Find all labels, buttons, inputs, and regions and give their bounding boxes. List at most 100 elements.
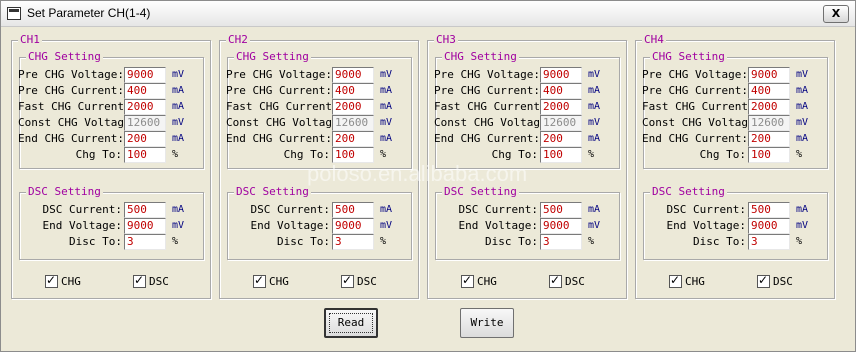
- unit-label: %: [172, 149, 179, 160]
- end-chg-current-label: End CHG Current:: [434, 132, 540, 145]
- unit-label: mV: [588, 220, 601, 231]
- dsc-current-input[interactable]: 500: [748, 202, 790, 218]
- unit-label: mA: [380, 85, 393, 96]
- disc-to-label: Disc To:: [277, 235, 330, 248]
- chg-checkbox-label: CHG: [685, 275, 705, 288]
- fast-chg-current-label: Fast CHG Current:: [642, 100, 755, 113]
- disc-to-label: Disc To:: [693, 235, 746, 248]
- unit-label: %: [796, 236, 803, 247]
- dsc-checkbox[interactable]: [133, 273, 146, 288]
- chg-setting-group: CHG Setting Pre CHG Voltage: 9000 mV Pre CHG…: [434, 50, 620, 169]
- chg-setting-group: CHG Setting Pre CHG Voltage: 9000 mV Pre CHG…: [642, 50, 828, 169]
- pre-chg-voltage-label: Pre CHG Voltage:: [226, 68, 332, 81]
- unit-label: mV: [588, 117, 601, 128]
- chg-setting-title: CHG Setting: [234, 50, 311, 64]
- channel-panel-4: CH4 CHG Setting Pre CHG Voltage: 9000 mV Pre …: [635, 33, 835, 299]
- fast-chg-current-input[interactable]: 2000: [332, 99, 374, 115]
- unit-label: mA: [588, 101, 601, 112]
- dsc-checkbox-label: DSC: [565, 275, 585, 288]
- end-voltage-label: End Voltage:: [42, 219, 122, 232]
- unit-label: mA: [796, 85, 809, 96]
- dsc-setting-group: DSC Setting DSC Current: 500 mA End Voltage:…: [19, 185, 204, 260]
- unit-label: %: [588, 236, 595, 247]
- chg-to-input[interactable]: 100: [124, 147, 166, 163]
- unit-label: mA: [796, 133, 809, 144]
- unit-label: mA: [796, 101, 809, 112]
- dsc-setting-group: DSC Setting DSC Current: 500 mA End Voltage:…: [643, 185, 828, 260]
- chg-checkbox[interactable]: [45, 273, 58, 288]
- chg-to-input[interactable]: 100: [540, 147, 582, 163]
- chg-checkbox[interactable]: [253, 273, 266, 288]
- end-voltage-input[interactable]: 9000: [332, 218, 374, 234]
- pre-chg-current-label: Pre CHG Current:: [18, 84, 124, 97]
- dsc-current-input[interactable]: 500: [124, 202, 166, 218]
- end-chg-current-input[interactable]: 200: [540, 131, 582, 147]
- chg-to-input[interactable]: 100: [332, 147, 374, 163]
- const-chg-voltage-label: Const CHG Voltage: [434, 116, 547, 129]
- chg-checkbox[interactable]: [461, 273, 474, 288]
- end-chg-current-input[interactable]: 200: [748, 131, 790, 147]
- channel-title: CH2: [226, 33, 250, 47]
- fast-chg-current-input[interactable]: 2000: [748, 99, 790, 115]
- unit-label: %: [380, 149, 387, 160]
- unit-label: mV: [796, 69, 809, 80]
- pre-chg-voltage-input[interactable]: 9000: [332, 67, 374, 83]
- title-bar[interactable]: Set Parameter CH(1-4) X: [1, 1, 855, 27]
- unit-label: mV: [796, 117, 809, 128]
- disc-to-input[interactable]: 3: [540, 234, 582, 250]
- end-chg-current-label: End CHG Current:: [226, 132, 332, 145]
- end-voltage-label: End Voltage:: [666, 219, 746, 232]
- pre-chg-voltage-input[interactable]: 9000: [540, 67, 582, 83]
- const-chg-voltage-label: Const CHG Voltage: [226, 116, 339, 129]
- disc-to-input[interactable]: 3: [332, 234, 374, 250]
- const-chg-voltage-input: 12600: [540, 115, 582, 131]
- unit-label: mA: [172, 204, 185, 215]
- unit-label: %: [172, 236, 179, 247]
- pre-chg-current-input[interactable]: 400: [540, 83, 582, 99]
- end-chg-current-input[interactable]: 200: [332, 131, 374, 147]
- close-button[interactable]: X: [823, 5, 849, 23]
- disc-to-input[interactable]: 3: [748, 234, 790, 250]
- channel-panel-1: CH1 CHG Setting Pre CHG Voltage: 9000 mV Pre …: [11, 33, 211, 299]
- channel-title: CH1: [18, 33, 42, 47]
- unit-label: mA: [380, 101, 393, 112]
- end-voltage-input[interactable]: 9000: [748, 218, 790, 234]
- fast-chg-current-input[interactable]: 2000: [124, 99, 166, 115]
- channel-panel-3: CH3 CHG Setting Pre CHG Voltage: 9000 mV Pre …: [427, 33, 627, 299]
- pre-chg-voltage-input[interactable]: 9000: [124, 67, 166, 83]
- fast-chg-current-input[interactable]: 2000: [540, 99, 582, 115]
- write-button[interactable]: Write: [460, 308, 514, 338]
- chg-to-input[interactable]: 100: [748, 147, 790, 163]
- end-chg-current-input[interactable]: 200: [124, 131, 166, 147]
- read-button[interactable]: Read: [324, 308, 378, 338]
- unit-label: mA: [172, 85, 185, 96]
- dsc-current-input[interactable]: 500: [540, 202, 582, 218]
- dsc-checkbox[interactable]: [341, 273, 354, 288]
- unit-label: %: [796, 149, 803, 160]
- window-title: Set Parameter CH(1-4): [27, 6, 151, 20]
- disc-to-label: Disc To:: [69, 235, 122, 248]
- end-voltage-input[interactable]: 9000: [540, 218, 582, 234]
- chg-checkbox[interactable]: [669, 273, 682, 288]
- pre-chg-current-label: Pre CHG Current:: [642, 84, 748, 97]
- dsc-setting-title: DSC Setting: [26, 185, 103, 199]
- disc-to-input[interactable]: 3: [124, 234, 166, 250]
- dsc-checkbox[interactable]: [757, 273, 770, 288]
- dsc-current-input[interactable]: 500: [332, 202, 374, 218]
- unit-label: mA: [588, 204, 601, 215]
- dsc-checkbox[interactable]: [549, 273, 562, 288]
- end-voltage-input[interactable]: 9000: [124, 218, 166, 234]
- pre-chg-current-input[interactable]: 400: [332, 83, 374, 99]
- unit-label: mV: [172, 220, 185, 231]
- pre-chg-current-input[interactable]: 400: [748, 83, 790, 99]
- chg-checkbox-label: CHG: [61, 275, 81, 288]
- chg-checkbox-label: CHG: [477, 275, 497, 288]
- chg-setting-title: CHG Setting: [650, 50, 727, 64]
- dsc-checkbox-label: DSC: [357, 275, 377, 288]
- channel-panel-2: CH2 CHG Setting Pre CHG Voltage: 9000 mV Pre …: [219, 33, 419, 299]
- end-voltage-label: End Voltage:: [250, 219, 330, 232]
- pre-chg-voltage-input[interactable]: 9000: [748, 67, 790, 83]
- pre-chg-current-input[interactable]: 400: [124, 83, 166, 99]
- dsc-setting-title: DSC Setting: [650, 185, 727, 199]
- chg-setting-title: CHG Setting: [26, 50, 103, 64]
